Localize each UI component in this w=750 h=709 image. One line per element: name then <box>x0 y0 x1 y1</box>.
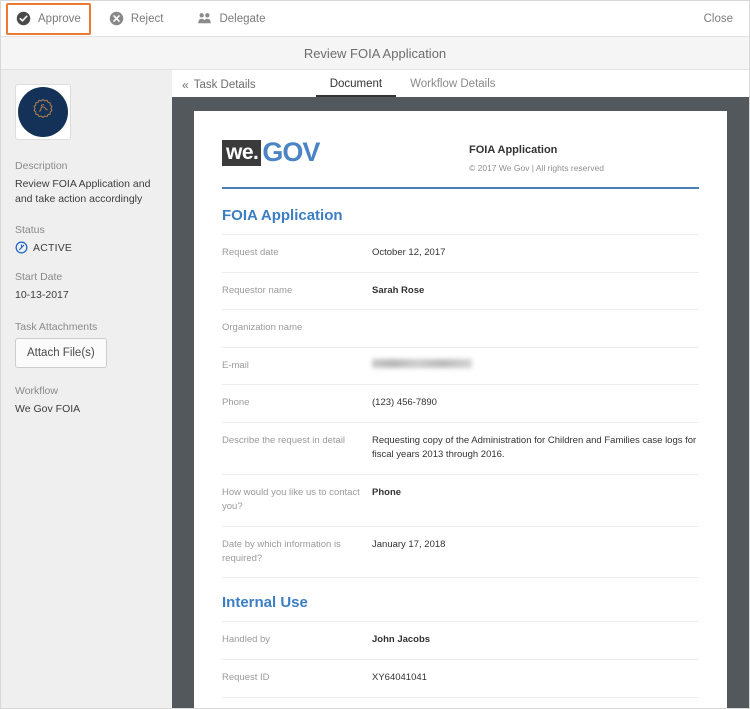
field-row: Request ID XY64041041 <box>222 658 699 697</box>
field-row: How would you like us to contact you? Ph… <box>222 474 699 526</box>
body-split: Description Review FOIA Application and … <box>1 70 749 708</box>
field-row: Organization name <box>222 309 699 346</box>
delegate-button[interactable]: Delegate <box>187 3 275 35</box>
field-value: (123) 456-7890 <box>372 396 437 408</box>
avatar-circle <box>18 87 68 137</box>
reject-button[interactable]: Reject <box>99 3 174 35</box>
field-key: E-mail <box>222 359 249 371</box>
people-group-icon <box>197 11 212 26</box>
task-details-toggle[interactable]: « Task Details <box>182 78 256 97</box>
field-key: Request date <box>222 247 279 258</box>
redaction-bar <box>372 358 472 368</box>
section-fields-foia-application: Request date October 12, 2017 Requestor … <box>222 234 699 577</box>
status-label: Status <box>15 224 45 237</box>
field-key: Date by which information is required? <box>222 538 341 564</box>
page-title-bar: Review FOIA Application <box>1 37 749 70</box>
x-circle-icon <box>109 11 124 26</box>
field-row: E-mail <box>222 346 699 384</box>
task-details-label: Task Details <box>193 79 256 91</box>
section-title-internal-use: Internal Use <box>222 577 699 621</box>
task-review-window: Approve Reject Delegate Close Review FOI… <box>0 0 750 709</box>
start-date-value: 10-13-2017 <box>15 289 69 302</box>
field-value: Sarah Rose <box>372 284 425 296</box>
document-page: we. GOV FOIA Application © 2017 We Gov |… <box>194 111 727 708</box>
chevron-double-left-icon: « <box>182 78 189 92</box>
section-fields-internal-use: Handled by John Jacobs Request ID XY6404… <box>222 621 699 708</box>
field-value: XY64041041 <box>372 671 427 683</box>
field-row: Handled by John Jacobs <box>222 621 699 659</box>
tab-workflow-details[interactable]: Workflow Details <box>396 78 509 97</box>
approve-label: Approve <box>38 12 81 25</box>
document-header-meta: FOIA Application © 2017 We Gov | All rig… <box>469 139 699 173</box>
content-panel: « Task Details Document Workflow Details… <box>172 70 749 708</box>
section-title-foia-application: FOIA Application <box>222 207 343 224</box>
field-key: Organization name <box>222 322 303 334</box>
approve-button[interactable]: Approve <box>6 2 91 35</box>
task-attachments-label: Task Attachments <box>15 320 98 333</box>
tab-document[interactable]: Document <box>315 78 397 97</box>
field-row: Request date October 12, 2017 <box>222 234 699 272</box>
field-key: Request ID <box>222 671 270 683</box>
field-key: Describe the request in detail <box>222 434 346 446</box>
logo-gov-text: GOV <box>262 137 320 167</box>
field-key: Phone <box>222 396 250 408</box>
start-date-label: Start Date <box>15 271 63 284</box>
field-value: Requesting copy of the Administration fo… <box>372 434 697 461</box>
field-value <box>372 321 699 333</box>
gear-seal-icon <box>30 97 56 128</box>
field-row: Date by which information is required? J… <box>222 525 699 578</box>
attach-files-button[interactable]: Attach File(s) <box>15 337 107 368</box>
field-key: Handled by <box>222 634 271 646</box>
field-value: Phone <box>372 487 402 499</box>
field-row: Requestor name Sarah Rose <box>222 271 699 310</box>
document-header: we. GOV FOIA Application © 2017 We Gov |… <box>222 139 699 189</box>
status-value: ACTIVE <box>33 241 73 254</box>
field-key: Requestor name <box>222 284 293 296</box>
field-row: Describe the request in detail Requestin… <box>222 421 699 474</box>
field-key: How would you like us to contact you? <box>222 487 360 513</box>
document-header-title: FOIA Application <box>469 144 558 156</box>
task-sidebar: Description Review FOIA Application and … <box>1 70 172 708</box>
field-value: John Jacobs <box>372 634 431 646</box>
field-row: Reviewer's Comments <box>222 696 699 708</box>
field-value: October 12, 2017 <box>372 247 446 258</box>
status-badge: ACTIVE <box>15 241 158 254</box>
delegate-label: Delegate <box>219 12 266 25</box>
description-value: Review FOIA Application and and take act… <box>15 178 151 206</box>
avatar <box>15 84 71 140</box>
logo-we-text: we. <box>222 139 262 166</box>
field-value: January 17, 2018 <box>372 538 446 550</box>
workflow-value: We Gov FOIA <box>15 402 81 415</box>
page-title: Review FOIA Application <box>303 45 447 61</box>
document-viewer[interactable]: we. GOV FOIA Application © 2017 We Gov |… <box>172 97 749 708</box>
action-toolbar: Approve Reject Delegate Close <box>1 1 749 37</box>
close-button[interactable]: Close <box>688 7 749 31</box>
tab-bar: « Task Details Document Workflow Details <box>172 70 749 97</box>
check-circle-icon <box>16 11 31 26</box>
workflow-label: Workflow <box>15 384 58 397</box>
field-value-redacted <box>372 358 699 371</box>
document-copyright: © 2017 We Gov | All rights reserved <box>469 163 604 173</box>
description-label: Description <box>15 160 68 172</box>
we-gov-logo: we. GOV <box>222 137 320 167</box>
reject-label: Reject <box>130 12 164 25</box>
clock-circle-icon <box>15 241 28 254</box>
field-row: Phone (123) 456-7890 <box>222 383 699 422</box>
